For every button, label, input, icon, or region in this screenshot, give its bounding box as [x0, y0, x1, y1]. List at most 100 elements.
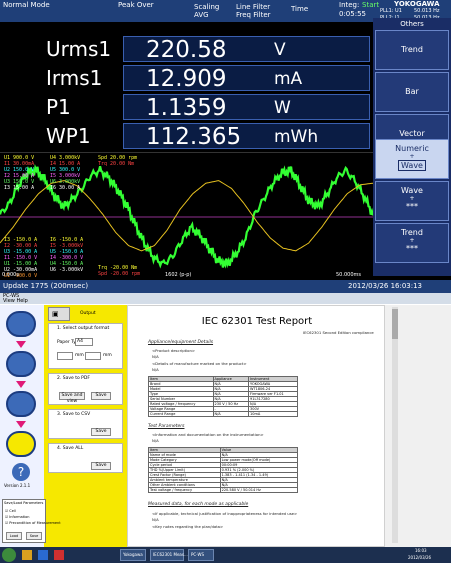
step-output-icon[interactable] [6, 431, 36, 457]
channel-scale-label: Trq 20.00 Nm [98, 161, 135, 167]
test-params-heading: Test Parameters [148, 424, 185, 429]
numeric-row: P1 1.1359 W [18, 94, 370, 121]
na-text: N/A [152, 517, 159, 522]
integ-time: 0:05:55 [339, 10, 366, 18]
section-title: 2. Save to PDF [57, 376, 90, 381]
numeric-softkey[interactable]: Numeric + Wave [375, 139, 449, 179]
params-title: Save/Load Parameters [4, 501, 44, 505]
numeric-softkey-sub: Wave [398, 160, 426, 171]
check-precondition-label: Precondition of Measurement [9, 521, 61, 525]
numeric-unit: mWh [274, 127, 319, 147]
edition-text: IEC62301 Second Edition compliance [303, 330, 374, 335]
section-save-pdf: 2. Save to PDF Save and view Save [48, 373, 123, 405]
taskbar-item[interactable]: Yokogawa [120, 549, 146, 561]
pll1-label: PLL1: U1 [380, 8, 402, 14]
na-text: N/A [152, 354, 159, 359]
numeric-display: Urms1 220.58 V Irms1 12.909 mA P1 1.1359… [18, 36, 370, 150]
avg-indicator: AVG [194, 11, 209, 19]
report-title: IEC 62301 Test Report [201, 316, 313, 327]
channel-scale-list-bottom-right: Trq -20.00 Nm Spd -20.00 rpm [98, 265, 140, 277]
start-button-icon[interactable] [2, 548, 16, 562]
wave-softkey[interactable]: Wave + *** [375, 181, 449, 221]
update-bar: Update 1775 (200msec) 2012/03/26 16:03:1… [0, 280, 451, 293]
save-all-button[interactable]: Save [91, 462, 111, 470]
softkey-header: Others [400, 20, 424, 28]
report-preview: IEC 62301 Test Report IEC62301 Second Ed… [127, 305, 385, 547]
update-rate: Update 1775 (200msec) [3, 282, 89, 290]
test-param-table: Item Value Name of mode N/A Mode Category… [148, 447, 299, 493]
trend-softkey[interactable]: Trend [375, 30, 449, 70]
wave-softkey-label: Wave [401, 186, 423, 195]
step-measure-icon[interactable] [6, 391, 36, 417]
channel-scale-list-top: U1 900.0 V I1 30.00mA U2 150.0 V I2 15.00 A… [4, 155, 34, 191]
help-icon[interactable]: ? [12, 463, 30, 481]
section-title: 1. Select output format [57, 326, 110, 331]
folder-icon: ▣ [52, 310, 59, 318]
check-cell[interactable]: ☑ Cell [5, 509, 16, 513]
step-connect-icon[interactable] [6, 311, 36, 337]
paper-type-select[interactable]: A4 [75, 338, 93, 346]
channel-scale-list-mid: U4 3.000kV I4 15.00 A U5 300.0 V I5 3.000kV… [50, 155, 80, 191]
check-information-label: Information [9, 515, 30, 519]
check-information[interactable]: ☑ Information [5, 515, 30, 519]
key-notes: <Key notes regarding the plan/data> [152, 524, 224, 529]
output-tab[interactable]: ▣ [48, 307, 70, 321]
section-output-format: 1. Select output format Paper Type A4 mm… [48, 323, 123, 369]
brand-logo: YOKOGAWA [394, 0, 440, 8]
save-csv-button[interactable]: Save [91, 428, 111, 436]
channel-scale-label: Spd -20.00 rpm [98, 271, 141, 277]
bar-softkey[interactable]: Bar [375, 72, 449, 112]
output-tab-label: Output [80, 311, 96, 316]
trend2-softkey[interactable]: Trend + *** [375, 223, 449, 263]
app-icon[interactable] [54, 550, 64, 560]
numeric-row: Urms1 220.58 V [18, 36, 370, 63]
numeric-value-box: 12.909 mA [123, 65, 370, 92]
numeric-label: WP1 [46, 124, 91, 148]
plus-icon: + [409, 195, 415, 202]
na-text: N/A [152, 367, 159, 372]
section-save-csv: 3. Save to CSV Save [48, 409, 123, 439]
scrollbar[interactable] [392, 307, 398, 543]
datetime: 2012/03/26 16:03:13 [348, 282, 423, 290]
x-start-label: 0.000s [2, 272, 19, 278]
taskbar-item[interactable]: IEC62301 Meas... [150, 549, 188, 561]
height-input[interactable] [85, 352, 101, 360]
unit-label: mm [75, 353, 84, 358]
ie-icon[interactable] [38, 550, 48, 560]
wave-softkey-sub: *** [406, 202, 418, 211]
taskbar-item[interactable]: PC-WS [188, 549, 214, 561]
check-precondition[interactable]: ☑ Precondition of Measurement [5, 521, 61, 525]
numeric-value-box: 220.58 V [123, 36, 370, 63]
save-pdf-button[interactable]: Save [91, 392, 111, 400]
channel-scale-list-right: Spd 20.00 rpm Trq 20.00 Nm [98, 155, 137, 167]
load-button[interactable]: Load [6, 532, 22, 540]
width-input[interactable] [57, 352, 73, 360]
plus-icon: + [409, 153, 415, 160]
test-info: <Information and documentation on the in… [152, 432, 264, 437]
app-menubar[interactable]: View Help [3, 298, 28, 304]
numeric-label: Urms1 [46, 37, 112, 61]
explorer-icon[interactable] [22, 550, 32, 560]
numeric-unit: W [274, 98, 291, 118]
applicable-text: <If applicable, technical justification … [152, 511, 298, 516]
freq-filter-indicator: Freq Filter [236, 11, 271, 19]
pc-screen: PC-WS View Help ? Version 2.1.1 ▣ Output… [0, 293, 451, 563]
app-titlebar: PC-WS View Help [0, 293, 451, 304]
save-params-button[interactable]: Save [26, 532, 42, 540]
numeric-row: Irms1 12.909 mA [18, 65, 370, 92]
na-text: N/A [152, 438, 159, 443]
step-settings-icon[interactable] [6, 351, 36, 377]
save-and-view-button[interactable]: Save and view [59, 392, 85, 404]
channel-scale-label: I6 30.00 A [50, 185, 81, 191]
table-row: Test voltage / frequency 220.580 V / 50.0… [148, 487, 299, 493]
softkey-menu: Others Trend Bar Vector Numeric + Wave W… [373, 18, 451, 276]
numeric-softkey-label: Numeric [395, 144, 429, 153]
product-desc: <Product description> [152, 348, 196, 353]
scrollbar-thumb[interactable] [392, 309, 398, 339]
clock: 16:03 [415, 548, 427, 553]
waveform-display: U1 900.0 V I1 30.00mA U2 150.0 V I2 15.00 A… [0, 152, 375, 280]
numeric-label: Irms1 [46, 66, 103, 90]
arrow-down-icon [16, 341, 26, 348]
version-label: Version 2.1.1 [4, 483, 31, 488]
save-load-params: Save/Load Parameters ☑ Cell ☑ Informatio… [2, 499, 61, 543]
